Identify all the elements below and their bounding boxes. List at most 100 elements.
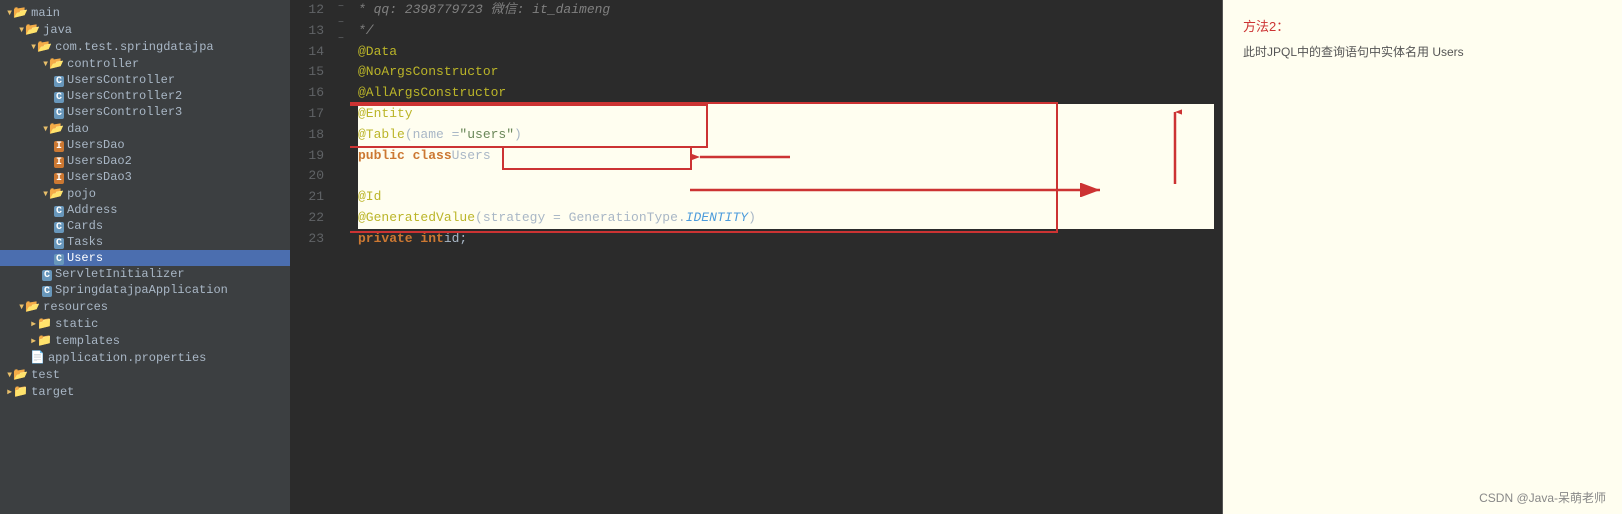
folder-icon: ▸📁 bbox=[30, 333, 55, 348]
line-number: 17 bbox=[290, 104, 324, 125]
line-numbers: 121314151617181920212223 bbox=[290, 0, 332, 514]
sidebar-item-application.properties[interactable]: 📄application.properties bbox=[0, 349, 290, 366]
code-line: @GeneratedValue(strategy = GenerationTyp… bbox=[358, 208, 1214, 229]
line-number: 13 bbox=[290, 21, 324, 42]
fold-button[interactable]: − bbox=[332, 0, 350, 16]
sidebar-item-templates[interactable]: ▸📁templates bbox=[0, 332, 290, 349]
sidebar-item-label: pojo bbox=[67, 187, 96, 201]
sidebar-item-label: ServletInitializer bbox=[55, 267, 185, 281]
sidebar-item-label: controller bbox=[67, 57, 139, 71]
line-number: 23 bbox=[290, 229, 324, 250]
sidebar-item-label: com.test.springdatajpa bbox=[55, 40, 213, 54]
class-icon: C bbox=[54, 235, 67, 249]
class-icon: C bbox=[54, 105, 67, 119]
line-number: 21 bbox=[290, 187, 324, 208]
code-content: * qq: 2398779723 微信: it_daimeng*/@Data@N… bbox=[350, 0, 1222, 514]
folder-open-icon: ▾📂 bbox=[42, 186, 67, 201]
interface-icon: I bbox=[54, 170, 67, 184]
line-number: 14 bbox=[290, 42, 324, 63]
fold-column: −−− bbox=[332, 0, 350, 514]
sidebar-item-label: SpringdatajpaApplication bbox=[55, 283, 228, 297]
sidebar-item-main[interactable]: ▾📂main bbox=[0, 4, 290, 21]
folder-open-icon: ▾📂 bbox=[42, 56, 67, 71]
class-icon: C bbox=[42, 267, 55, 281]
folder-open-icon: ▾📂 bbox=[6, 367, 31, 382]
annotation-title: 方法2： bbox=[1243, 16, 1602, 35]
csdn-watermark: CSDN @Java-呆萌老师 bbox=[1479, 489, 1606, 506]
sidebar-item-UsersController3[interactable]: CUsersController3 bbox=[0, 104, 290, 120]
sidebar-item-label: application.properties bbox=[48, 351, 206, 365]
line-number: 18 bbox=[290, 125, 324, 146]
folder-open-icon: ▾📂 bbox=[42, 121, 67, 136]
code-line bbox=[358, 166, 1214, 187]
fold-button[interactable]: − bbox=[332, 16, 350, 32]
sidebar-item-java[interactable]: ▾📂java bbox=[0, 21, 290, 38]
annotation-panel: 方法2： 此时JPQL中的查询语句中实体名用 Users bbox=[1222, 0, 1622, 514]
line-number: 22 bbox=[290, 208, 324, 229]
interface-icon: I bbox=[54, 154, 67, 168]
code-line: @NoArgsConstructor bbox=[358, 62, 1214, 83]
file-tree[interactable]: ▾📂main▾📂java▾📂com.test.springdatajpa▾📂co… bbox=[0, 0, 290, 514]
class-icon: C bbox=[54, 219, 67, 233]
sidebar-item-label: main bbox=[31, 6, 60, 20]
sidebar-item-controller[interactable]: ▾📂controller bbox=[0, 55, 290, 72]
sidebar-item-Tasks[interactable]: CTasks bbox=[0, 234, 290, 250]
code-line: @Data bbox=[358, 42, 1214, 63]
code-line: @Table(name = "users") bbox=[358, 125, 1214, 146]
class-icon: C bbox=[54, 73, 67, 87]
fold-button[interactable]: − bbox=[332, 32, 350, 48]
sidebar-item-label: UsersDao bbox=[67, 138, 125, 152]
sidebar-item-label: UsersController3 bbox=[67, 105, 182, 119]
code-line: */ bbox=[358, 21, 1214, 42]
sidebar-item-label: Cards bbox=[67, 219, 103, 233]
sidebar-item-label: Users bbox=[67, 251, 103, 265]
sidebar-item-label: static bbox=[55, 317, 98, 331]
sidebar-item-label: templates bbox=[55, 334, 120, 348]
line-number: 16 bbox=[290, 83, 324, 104]
sidebar-item-label: test bbox=[31, 368, 60, 382]
file-icon: 📄 bbox=[30, 350, 48, 365]
line-number: 12 bbox=[290, 0, 324, 21]
annotation-body: 此时JPQL中的查询语句中实体名用 Users bbox=[1243, 43, 1602, 62]
class-icon: C bbox=[54, 251, 67, 265]
sidebar-item-label: resources bbox=[43, 300, 108, 314]
line-number: 15 bbox=[290, 62, 324, 83]
sidebar-item-pojo[interactable]: ▾📂pojo bbox=[0, 185, 290, 202]
sidebar-item-Cards[interactable]: CCards bbox=[0, 218, 290, 234]
sidebar-item-label: UsersController2 bbox=[67, 89, 182, 103]
sidebar-item-label: UsersDao2 bbox=[67, 154, 132, 168]
interface-icon: I bbox=[54, 138, 67, 152]
sidebar-item-SpringdatajpaApplication[interactable]: CSpringdatajpaApplication bbox=[0, 282, 290, 298]
folder-open-icon: ▾📂 bbox=[30, 39, 55, 54]
sidebar-item-target[interactable]: ▸📁target bbox=[0, 383, 290, 400]
line-number: 19 bbox=[290, 146, 324, 167]
sidebar-item-UsersController2[interactable]: CUsersController2 bbox=[0, 88, 290, 104]
sidebar-item-UsersController[interactable]: CUsersController bbox=[0, 72, 290, 88]
sidebar-item-label: target bbox=[31, 385, 74, 399]
folder-open-icon: ▾📂 bbox=[18, 299, 43, 314]
code-line: public class Users bbox=[358, 146, 1214, 167]
class-icon: C bbox=[42, 283, 55, 297]
sidebar-item-resources[interactable]: ▾📂resources bbox=[0, 298, 290, 315]
sidebar-item-ServletInitializer[interactable]: CServletInitializer bbox=[0, 266, 290, 282]
sidebar-item-Users[interactable]: CUsers bbox=[0, 250, 290, 266]
code-line: @Id bbox=[358, 187, 1214, 208]
sidebar-item-UsersDao[interactable]: IUsersDao bbox=[0, 137, 290, 153]
sidebar-item-label: dao bbox=[67, 122, 89, 136]
sidebar-item-UsersDao3[interactable]: IUsersDao3 bbox=[0, 169, 290, 185]
line-number: 20 bbox=[290, 166, 324, 187]
sidebar-item-dao[interactable]: ▾📂dao bbox=[0, 120, 290, 137]
sidebar-item-com.test.springdatajpa[interactable]: ▾📂com.test.springdatajpa bbox=[0, 38, 290, 55]
folder-icon: ▸📁 bbox=[6, 384, 31, 399]
sidebar-item-label: Tasks bbox=[67, 235, 103, 249]
sidebar-item-test[interactable]: ▾📂test bbox=[0, 366, 290, 383]
class-icon: C bbox=[54, 203, 67, 217]
sidebar-item-label: java bbox=[43, 23, 72, 37]
sidebar-item-label: UsersController bbox=[67, 73, 175, 87]
code-line: * qq: 2398779723 微信: it_daimeng bbox=[358, 0, 1214, 21]
sidebar-item-Address[interactable]: CAddress bbox=[0, 202, 290, 218]
code-line: @Entity bbox=[358, 104, 1214, 125]
sidebar-item-UsersDao2[interactable]: IUsersDao2 bbox=[0, 153, 290, 169]
sidebar-item-static[interactable]: ▸📁static bbox=[0, 315, 290, 332]
sidebar-item-label: Address bbox=[67, 203, 117, 217]
